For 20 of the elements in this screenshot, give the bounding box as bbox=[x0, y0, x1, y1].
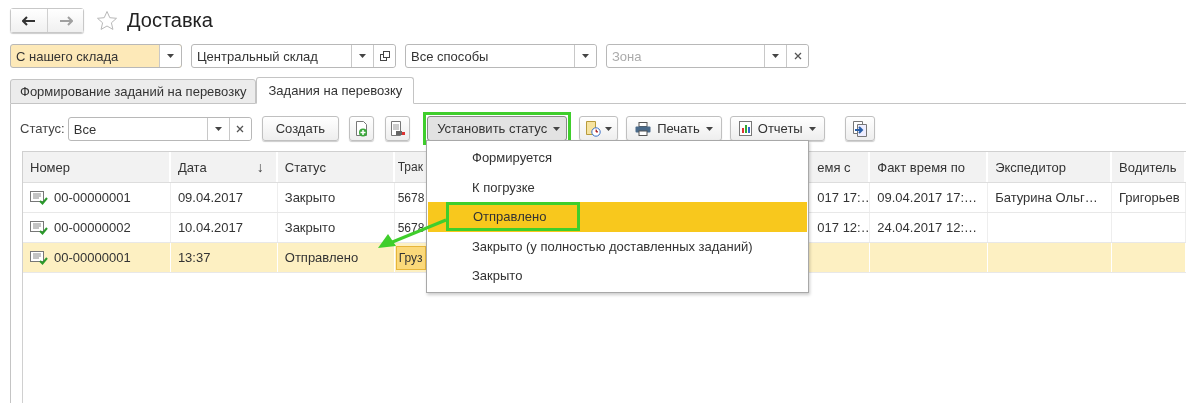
table-cell: 5678 bbox=[397, 190, 425, 205]
table-cell: 00-00000001 bbox=[54, 250, 131, 265]
table-cell: 09.04.2017 bbox=[177, 190, 243, 205]
page-title: Доставка bbox=[127, 9, 213, 32]
table-cell: 13:37 bbox=[177, 250, 211, 265]
table-cell: 017 17:… bbox=[817, 190, 870, 205]
table-cell: Закрыто bbox=[284, 220, 336, 235]
table-cell: 00-00000001 bbox=[54, 190, 131, 205]
table-cell: Отправлено bbox=[284, 250, 359, 265]
table-cell: 017 12:… bbox=[817, 220, 870, 235]
table-cell: 00-00000002 bbox=[54, 220, 131, 235]
table-cell: Григорьев bbox=[1119, 190, 1180, 205]
sort-indicator: ↓ bbox=[256, 159, 264, 175]
table-cell: Груз bbox=[395, 245, 426, 270]
table-cell: 09.04.2017 17:… bbox=[877, 190, 977, 205]
table-cell: 10.04.2017 bbox=[177, 220, 243, 235]
table-cell: Закрыто bbox=[284, 190, 336, 205]
table-cell: 24.04.2017 12:… bbox=[877, 220, 977, 235]
status-label: Статус: bbox=[20, 121, 65, 136]
table-cell: Батурина Ольг… bbox=[995, 190, 1098, 205]
